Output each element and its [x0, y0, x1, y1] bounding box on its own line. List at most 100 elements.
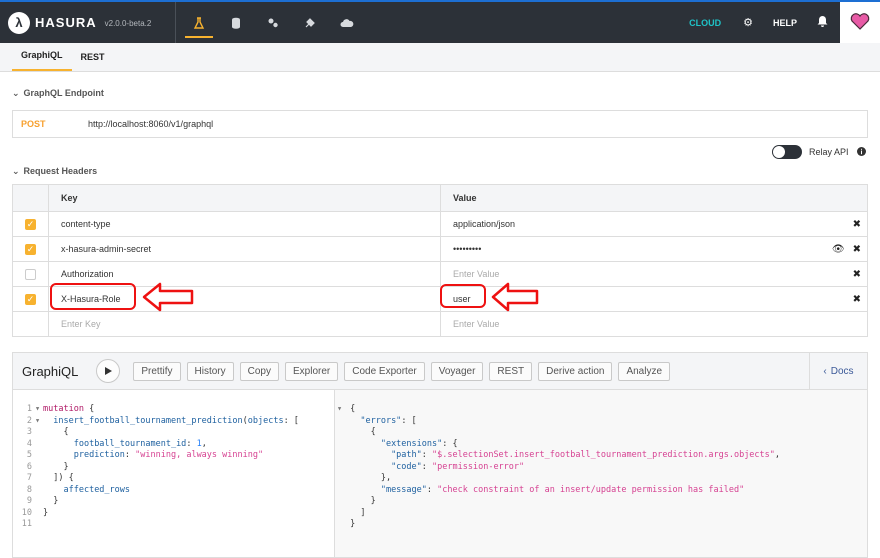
- header-key[interactable]: x-hasura-admin-secret: [48, 236, 441, 262]
- header-checkbox[interactable]: [25, 268, 36, 280]
- row-checkbox-cell: ✓: [12, 236, 49, 262]
- derive-action-button[interactable]: Derive action: [538, 361, 613, 381]
- info-icon[interactable]: [856, 146, 866, 158]
- query-line: 10 }: [21, 507, 49, 518]
- annotation-arrow-left-icon: [491, 282, 539, 312]
- code-exporter-button[interactable]: Code Exporter: [344, 361, 425, 381]
- header-checkbox[interactable]: ✓: [25, 218, 36, 230]
- docs-label: Docs: [830, 365, 854, 377]
- query-line: 8 affected_rows: [26, 484, 131, 495]
- key-column-header: Key: [48, 184, 441, 212]
- play-icon: [105, 367, 113, 375]
- remote-schemas-icon[interactable]: [293, 2, 327, 43]
- result-line: {: [345, 427, 376, 437]
- result-line: "message": "check constraint of an inser…: [380, 484, 745, 495]
- bell-icon[interactable]: [817, 15, 828, 30]
- gear-icon[interactable]: ⚙: [743, 16, 753, 29]
- chevron-down-icon: ⌄: [12, 166, 20, 176]
- row-checkbox-cell: ✓: [12, 286, 49, 312]
- header-key[interactable]: content-type: [48, 211, 441, 237]
- table-row: ✓ content-type application/json ✖: [12, 211, 868, 237]
- analyze-button[interactable]: Analyze: [618, 361, 671, 381]
- annotation-arrow-left-icon: [142, 282, 194, 312]
- headers-table-head: Key Value: [12, 184, 868, 212]
- query-line: 9 }: [26, 496, 59, 506]
- chevron-left-icon: ‹: [823, 365, 827, 377]
- result-line: },: [345, 473, 392, 483]
- query-editor[interactable]: 1 ▾ mutation {2 ▾ insert_football_tournamen…: [13, 390, 335, 557]
- top-nav: λ HASURA v2.0.0-beta.2 CLOUD ⚙ HELP: [0, 0, 880, 43]
- endpoint-bar: POST http://localhost:8060/v1/graphql: [12, 110, 868, 138]
- result-line: "extensions": {: [380, 438, 458, 449]
- nav-right: CLOUD ⚙ HELP: [689, 2, 880, 43]
- annotation-box-key: [50, 283, 136, 310]
- query-line: 5 prediction: "winning, always winning": [26, 450, 264, 460]
- row-checkbox-cell: [12, 311, 49, 337]
- header-checkbox[interactable]: ✓: [25, 293, 36, 305]
- header-value[interactable]: •••••••••: [453, 244, 481, 254]
- editors: 1 ▾ mutation {2 ▾ insert_football_tournamen…: [13, 390, 867, 557]
- http-method[interactable]: POST: [13, 119, 88, 129]
- copy-button[interactable]: Copy: [239, 361, 279, 381]
- row-checkbox-cell: ✓: [12, 211, 49, 237]
- execute-query-button[interactable]: [96, 359, 121, 383]
- result-line: "path": "$.selectionSet.insert_football_…: [391, 450, 781, 460]
- table-row: ✓ x-hasura-admin-secret ••••••••• ✖ 👁: [12, 236, 868, 262]
- query-line: 4 football_tournament_id: 1,: [26, 438, 207, 449]
- row-checkbox-cell: [12, 261, 49, 287]
- graphiql-toolbar: GraphiQL Prettify History Copy Explorer …: [13, 353, 867, 390]
- voyager-button[interactable]: Voyager: [430, 361, 484, 381]
- graphiql-icon[interactable]: [182, 2, 216, 43]
- remove-header-icon[interactable]: ✖: [853, 219, 861, 230]
- data-icon[interactable]: [219, 2, 253, 43]
- remove-header-icon[interactable]: ✖: [853, 269, 861, 280]
- explorer-button[interactable]: Explorer: [284, 361, 339, 381]
- history-button[interactable]: History: [186, 361, 234, 381]
- graphiql-panel: GraphiQL Prettify History Copy Explorer …: [12, 352, 868, 558]
- check-column-header: [12, 184, 49, 212]
- header-checkbox[interactable]: ✓: [25, 243, 36, 255]
- prettify-button[interactable]: Prettify: [133, 361, 181, 381]
- pro-heart-button[interactable]: [840, 2, 880, 43]
- relay-api-label: Relay API: [809, 147, 849, 157]
- help-link[interactable]: HELP: [773, 18, 797, 28]
- heart-icon: [850, 12, 870, 34]
- relay-api: Relay API: [772, 145, 866, 159]
- events-icon[interactable]: [330, 2, 364, 43]
- endpoint-section-title[interactable]: ⌄ GraphQL Endpoint: [12, 88, 104, 99]
- tab-rest[interactable]: REST: [72, 52, 114, 71]
- docs-button[interactable]: ‹ Docs: [809, 353, 867, 389]
- result-line: }: [345, 519, 356, 529]
- new-value-input[interactable]: Enter Value: [440, 311, 868, 337]
- rest-button[interactable]: REST: [489, 361, 533, 381]
- query-line: 11: [21, 519, 32, 529]
- header-value[interactable]: Enter Value: [453, 269, 499, 279]
- endpoint-title: GraphQL Endpoint: [23, 88, 104, 98]
- headers-title: Request Headers: [23, 166, 98, 176]
- headers-section-title[interactable]: ⌄ Request Headers: [12, 166, 97, 177]
- sub-tabs: GraphiQL REST: [0, 43, 880, 72]
- value-column-header: Value: [440, 184, 868, 212]
- version-label: v2.0.0-beta.2: [104, 19, 152, 28]
- query-line: 1 ▾ mutation {: [26, 404, 95, 414]
- tab-graphiql[interactable]: GraphiQL: [12, 50, 72, 71]
- relay-api-toggle[interactable]: [772, 145, 802, 159]
- main-nav: [182, 2, 367, 43]
- remove-header-icon[interactable]: ✖: [853, 244, 861, 255]
- header-value[interactable]: application/json: [453, 219, 515, 229]
- remove-header-icon[interactable]: ✖: [853, 294, 861, 305]
- new-key-input[interactable]: Enter Key: [48, 311, 441, 337]
- actions-icon[interactable]: [256, 2, 290, 43]
- hasura-logo-icon: λ: [8, 11, 30, 34]
- header-value-cell: application/json ✖: [440, 211, 868, 237]
- cloud-link[interactable]: CLOUD: [689, 18, 721, 28]
- headers-table: Key Value ✓ content-type application/jso…: [12, 184, 868, 337]
- result-viewer[interactable]: ▾ { "errors": [ { "extensions": { "path"…: [335, 390, 867, 557]
- query-line: 2 ▾ insert_football_tournament_prediction…: [26, 415, 299, 426]
- eye-icon[interactable]: 👁: [832, 244, 845, 255]
- query-line: 6 }: [26, 461, 69, 472]
- endpoint-url[interactable]: http://localhost:8060/v1/graphql: [88, 119, 213, 129]
- header-value-cell: ••••••••• ✖ 👁: [440, 236, 868, 262]
- brand[interactable]: λ HASURA v2.0.0-beta.2: [0, 2, 176, 43]
- result-line: "errors": [: [360, 415, 417, 426]
